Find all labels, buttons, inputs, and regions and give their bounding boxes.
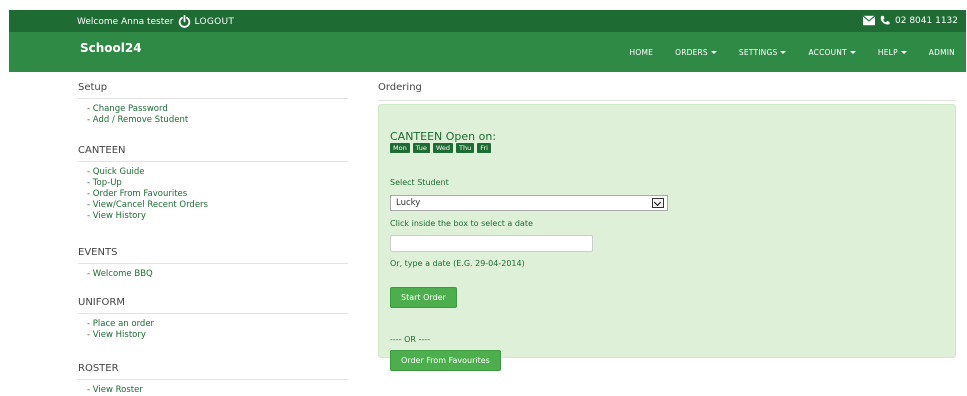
nav-help-label: HELP [877, 47, 898, 57]
caret-down-icon [780, 50, 787, 54]
sidebar-link-quick-guide[interactable]: Quick Guide [87, 167, 348, 178]
sidebar-link-top-up[interactable]: Top-Up [87, 178, 348, 189]
brand-logo[interactable]: School24 [80, 41, 142, 55]
start-order-button[interactable]: Start Order [390, 287, 457, 308]
phone-icon [880, 15, 890, 25]
section-title: UNIFORM [78, 297, 348, 314]
page-title: Ordering [378, 82, 956, 101]
sidebar-link-uniform-history[interactable]: View History [87, 330, 348, 341]
caret-down-icon [849, 50, 856, 54]
main-content: Ordering CANTEEN Open on: Mon Tue Wed Th… [378, 82, 956, 371]
or-separator: ---- OR ---- [390, 335, 431, 344]
sidebar-link-order-favourites[interactable]: Order From Favourites [87, 189, 348, 200]
contact-area: 02 8041 1132 [863, 15, 958, 26]
welcome-text: Welcome Anna tester [77, 16, 174, 27]
section-title: EVENTS [78, 247, 348, 264]
sidebar-section-canteen: CANTEEN Quick Guide Top-Up Order From Fa… [78, 145, 348, 222]
chevron-down-icon[interactable] [652, 198, 664, 208]
power-icon[interactable] [178, 15, 191, 28]
envelope-icon[interactable] [863, 15, 876, 26]
section-title: Setup [78, 82, 348, 99]
phone-number: 02 8041 1132 [895, 15, 958, 26]
nav-home-label: HOME [629, 47, 654, 57]
sidebar-section-setup: Setup Change Password Add / Remove Stude… [78, 82, 348, 126]
selected-student: Lucky [396, 198, 421, 208]
welcome-area: Welcome Anna tester LOGOUT [77, 15, 234, 28]
order-favourites-button[interactable]: Order From Favourites [390, 350, 501, 371]
section-title: ROSTER [78, 363, 348, 380]
nav-settings-label: SETTINGS [738, 47, 778, 57]
canteen-open-title: CANTEEN Open on: [390, 130, 497, 143]
date-input[interactable] [390, 235, 593, 252]
nav-orders[interactable]: ORDERS [664, 48, 728, 57]
sidebar-link-view-roster[interactable]: View Roster [87, 385, 348, 396]
date-label: Click inside the box to select a date [390, 219, 533, 228]
nav-admin[interactable]: ADMIN [918, 48, 966, 57]
day-badge: Tue [412, 143, 430, 153]
sidebar-link-recent-orders[interactable]: View/Cancel Recent Orders [87, 200, 348, 211]
open-days: Mon Tue Wed Thu Fri [390, 143, 491, 153]
sidebar-link-place-order[interactable]: Place an order [87, 319, 348, 330]
sidebar-section-events: EVENTS Welcome BBQ [78, 247, 348, 280]
sidebar-link-add-remove-student[interactable]: Add / Remove Student [87, 115, 348, 126]
sidebar-link-welcome-bbq[interactable]: Welcome BBQ [87, 269, 348, 280]
day-badge: Wed [432, 143, 453, 153]
nav-help[interactable]: HELP [867, 48, 918, 57]
nav-menu: HOME ORDERS SETTINGS ACCOUNT HELP ADMIN [619, 32, 966, 72]
nav-home[interactable]: HOME [619, 48, 665, 57]
caret-down-icon [710, 50, 717, 54]
caret-down-icon [900, 50, 907, 54]
type-date-label: Or, type a date (E.G. 29-04-2014) [390, 259, 525, 268]
top-bar: Welcome Anna tester LOGOUT 02 8041 1132 [9, 10, 966, 32]
day-badge: Thu [456, 143, 475, 153]
nav-orders-label: ORDERS [675, 47, 708, 57]
student-select[interactable]: Lucky [390, 195, 668, 211]
sidebar-link-change-password[interactable]: Change Password [87, 104, 348, 115]
sidebar-section-roster: ROSTER View Roster [78, 363, 348, 396]
sidebar-section-uniform: UNIFORM Place an order View History [78, 297, 348, 341]
section-title: CANTEEN [78, 145, 348, 162]
sidebar-link-view-history[interactable]: View History [87, 211, 348, 222]
nav-settings[interactable]: SETTINGS [728, 48, 798, 57]
nav-admin-label: ADMIN [928, 47, 955, 57]
nav-account-label: ACCOUNT [808, 47, 847, 57]
ordering-panel: CANTEEN Open on: Mon Tue Wed Thu Fri Sel… [378, 104, 956, 371]
day-badge: Fri [477, 143, 491, 153]
nav-account[interactable]: ACCOUNT [797, 48, 866, 57]
day-badge: Mon [390, 143, 410, 153]
select-student-label: Select Student [390, 178, 449, 187]
logout-link[interactable]: LOGOUT [195, 17, 235, 27]
main-navbar: School24 HOME ORDERS SETTINGS ACCOUNT HE… [9, 32, 966, 72]
